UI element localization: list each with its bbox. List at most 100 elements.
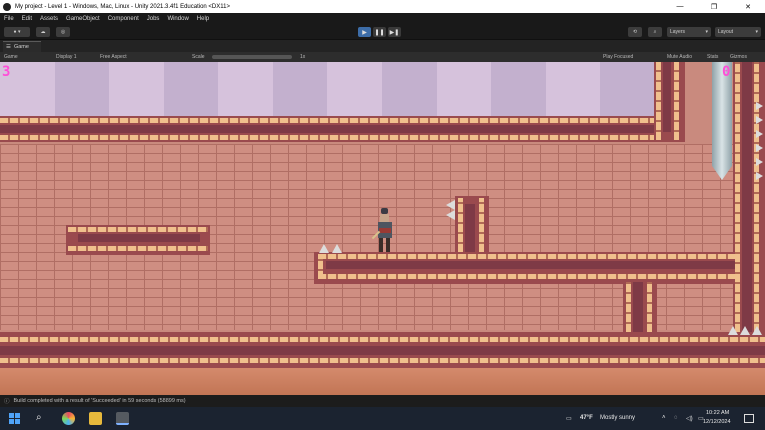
file-explorer-icon[interactable]	[89, 412, 102, 425]
floor-band	[0, 346, 765, 355]
windows-start-button[interactable]	[8, 412, 21, 425]
wall-spike	[756, 130, 763, 138]
step-icon: ▶❚	[389, 29, 400, 36]
cloud-button[interactable]: ☁	[36, 27, 50, 37]
account-icon: ● ▾	[13, 29, 21, 35]
scale-value: 1x	[300, 54, 306, 60]
ceiling-trim-top	[0, 118, 662, 123]
step-button[interactable]: ▶❚	[388, 27, 401, 37]
windows-logo-icon	[8, 412, 21, 425]
collab-button[interactable]: ◎	[56, 27, 70, 37]
window-title: My project - Level 1 - Windows, Mac, Lin…	[15, 3, 230, 10]
floating-platform-trim-top	[68, 227, 208, 232]
search-button[interactable]: ⌕	[648, 27, 662, 37]
weather-desc[interactable]: Mostly sunny	[600, 415, 635, 421]
scale-slider[interactable]	[212, 55, 292, 59]
unity-logo-icon	[3, 2, 11, 11]
menu-edit[interactable]: Edit	[18, 16, 36, 22]
play-focused-dropdown[interactable]: Play Focused	[603, 54, 633, 60]
play-button[interactable]: ▶	[358, 27, 371, 37]
tab-game[interactable]: ☰ Game	[3, 41, 41, 52]
floating-platform-trim-bottom	[68, 246, 208, 251]
minimize-button[interactable]: —	[663, 3, 697, 10]
sky-right-trim-b	[674, 62, 679, 140]
main-platform-trim-bottom	[318, 274, 735, 279]
main-platform-trim-top	[318, 254, 735, 259]
menu-file[interactable]: File	[0, 16, 18, 22]
main-platform-end	[318, 254, 323, 279]
floor-spike	[740, 326, 750, 335]
tab-bar: ☰ Game	[0, 40, 765, 52]
floor-trim-bottom	[0, 358, 765, 363]
status-message[interactable]: Build completed with a result of 'Succee…	[14, 398, 186, 404]
copilot-icon[interactable]	[62, 412, 75, 425]
game-viewport[interactable]: 3 0	[0, 62, 765, 395]
game-view-toolbar: Game Display 1 Free Aspect Scale 1x Play…	[0, 52, 765, 62]
wall-spike	[756, 102, 763, 110]
pause-button[interactable]: ❚❚	[373, 27, 386, 37]
play-icon: ▶	[362, 29, 367, 36]
stats-toggle[interactable]: Stats	[707, 54, 718, 60]
menu-window[interactable]: Window	[163, 16, 192, 22]
layout-dropdown[interactable]: Layout ▾	[715, 27, 761, 37]
unity-taskbar-icon[interactable]	[116, 412, 129, 425]
search-icon: ⌕	[653, 29, 657, 35]
info-icon: ⓘ	[4, 399, 10, 405]
floor-spike	[752, 326, 762, 335]
network-icon[interactable]: ◌	[674, 415, 678, 421]
search-taskbar-button[interactable]: ⌕	[36, 412, 49, 425]
main-toolbar: ● ▾ ☁ ◎ ▶ ❚❚ ▶❚ ⟲ ⌕ Layers ▾ Layout ▾	[0, 24, 765, 40]
layout-label: Layout	[718, 29, 734, 35]
window-title-bar: My project - Level 1 - Windows, Mac, Lin…	[0, 0, 765, 13]
clock-date[interactable]: 12/12/2024	[703, 419, 731, 425]
layers-label: Layers	[670, 29, 686, 35]
mute-audio-toggle[interactable]: Mute Audio	[667, 54, 692, 60]
menu-bar: File Edit Assets GameObject Component Jo…	[0, 13, 765, 24]
search-icon: ⌕	[36, 412, 42, 423]
maximize-button[interactable]: ❐	[697, 3, 731, 11]
pillar-spike	[446, 200, 455, 210]
floor-trim-top	[0, 337, 765, 342]
cloud-icon: ☁	[40, 29, 46, 35]
menu-component[interactable]: Component	[104, 16, 143, 22]
menu-gameobject[interactable]: GameObject	[62, 16, 104, 22]
pillar-spike	[446, 210, 455, 220]
volume-icon[interactable]: ◁)	[686, 415, 693, 422]
ceiling-band	[0, 125, 662, 133]
gizmos-dropdown[interactable]: Gizmos	[730, 54, 747, 60]
collab-icon: ◎	[60, 29, 66, 35]
weather-temp[interactable]: 47°F	[580, 415, 593, 421]
aspect-dropdown[interactable]: Free Aspect	[100, 54, 127, 60]
chevron-down-icon: ▾	[705, 29, 708, 35]
wall-spike	[756, 116, 763, 124]
floor-spike	[728, 326, 738, 335]
notification-icon[interactable]	[744, 414, 754, 423]
tab-game-label: Game	[13, 44, 29, 50]
sky-background	[0, 62, 655, 118]
chevron-up-icon[interactable]: ˄	[662, 415, 666, 421]
wall-spike	[756, 144, 763, 152]
wall-spike	[756, 172, 763, 180]
pause-icon: ❚❚	[374, 29, 385, 36]
ground	[0, 368, 765, 395]
ceiling-trim-bottom	[0, 135, 680, 140]
close-button[interactable]: ✕	[731, 3, 765, 11]
weather-icon: ▭	[566, 416, 572, 422]
view-dropdown[interactable]: Game	[4, 54, 18, 60]
history-button[interactable]: ⟲	[628, 27, 642, 37]
wall-spike	[756, 158, 763, 166]
player-character	[371, 208, 397, 254]
account-button[interactable]: ● ▾	[4, 27, 30, 37]
sky-right-band	[663, 62, 671, 132]
layers-dropdown[interactable]: Layers ▾	[667, 27, 711, 37]
menu-jobs[interactable]: Jobs	[143, 16, 164, 22]
taskbar: ⌕ ▭ 47°F Mostly sunny ˄ ◌ ◁) ▭ 10:22 AM …	[0, 407, 765, 430]
menu-assets[interactable]: Assets	[36, 16, 62, 22]
display-dropdown[interactable]: Display 1	[56, 54, 77, 60]
menu-help[interactable]: Help	[193, 16, 213, 22]
clock-time[interactable]: 10:22 AM	[706, 410, 729, 416]
sky-right-trim-a	[656, 62, 661, 140]
game-icon: ☰	[6, 44, 11, 50]
floor-spike	[319, 244, 329, 253]
right-wall-trim-a	[735, 62, 740, 342]
